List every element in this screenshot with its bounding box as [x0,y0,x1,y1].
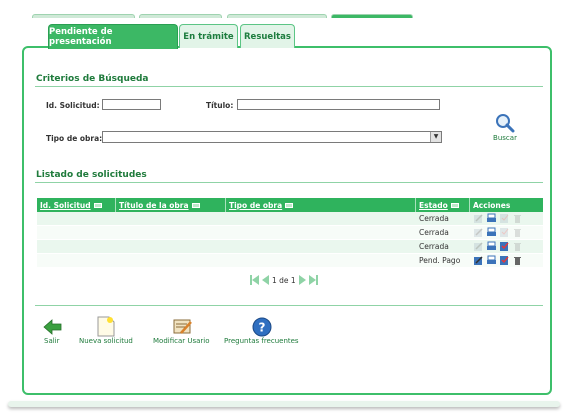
id-solicitud-input[interactable] [102,99,161,110]
svg-text:?: ? [259,321,266,335]
page-indicator: 1 de 1 [272,275,296,285]
edit-icon [474,214,483,223]
print-icon[interactable] [486,241,497,252]
solicitudes-table: Id. Solicitud Título de la obra Tipo de … [37,198,543,268]
table-row: Cerrada [37,226,543,240]
table-header: Id. Solicitud Título de la obra Tipo de … [37,198,543,212]
edit-icon [474,228,483,237]
nueva-solicitud-button[interactable] [97,316,117,338]
cell-tipo [226,212,416,225]
edit-icon[interactable] [473,255,484,266]
cell-id [37,212,116,225]
prev-page-icon[interactable] [262,275,269,285]
table-row: Cerrada [37,240,543,254]
cell-id [37,226,116,239]
pager: 1 de 1 [250,275,318,285]
search-icon [496,114,515,133]
back-arrow-icon [43,319,62,335]
cell-titulo [116,254,226,267]
edit-user-icon [173,319,192,334]
cell-estado: Cerrada [419,214,449,223]
top-strip-1 [32,14,135,18]
checklist-icon [500,228,509,237]
bottom-bar [8,401,560,407]
preguntas-frecuentes-label: Preguntas frecuentes [224,337,299,345]
cell-tipo [226,254,416,267]
cell-acciones [470,212,543,225]
checklist-icon[interactable] [499,255,510,266]
modificar-usuario-button[interactable] [172,317,194,337]
checklist-icon[interactable] [499,241,510,252]
cell-acciones [470,254,543,267]
cell-id [37,240,116,253]
cell-id [37,254,116,267]
trash-icon[interactable] [512,255,523,266]
tab-pendiente[interactable]: Pendiente de presentación [48,24,178,49]
first-page-icon[interactable] [250,275,259,285]
new-document-icon [97,316,115,337]
col-acciones: Acciones [473,200,511,210]
next-page-icon[interactable] [298,275,306,285]
titulo-label: Título: [206,101,234,110]
divider [35,305,543,306]
titulo-input[interactable] [237,99,440,110]
print-icon[interactable] [486,255,497,266]
trash-icon [514,215,521,223]
col-titulo[interactable]: Título de la obra [116,198,226,212]
search-section-title: Criterios de Búsqueda [36,74,149,84]
divider [35,182,543,183]
print-icon[interactable] [486,213,497,224]
top-strip-3 [227,14,327,18]
cell-estado: Cerrada [419,242,449,251]
cell-acciones [470,226,543,239]
cell-titulo [116,212,226,225]
trash-icon [514,229,521,237]
tipo-obra-label: Tipo de obra: [46,134,103,143]
cell-tipo [226,226,416,239]
trash-icon [514,243,521,251]
cell-estado: Cerrada [419,228,449,237]
id-solicitud-label: Id. Solicitud: [46,101,100,110]
last-page-icon[interactable] [308,275,318,285]
nueva-solicitud-label: Nueva solicitud [79,337,133,345]
tipo-obra-select[interactable]: ▼ [102,131,442,143]
buscar-button[interactable]: Buscar [491,113,519,145]
cell-titulo [116,226,226,239]
checklist-icon [500,214,509,223]
salir-label: Salir [44,337,60,345]
table-row: Cerrada [37,212,543,226]
cell-acciones [470,240,543,253]
top-strip-2 [139,14,222,18]
col-estado[interactable]: Estado [416,198,470,212]
cell-estado: Pend. Pago [419,256,461,265]
preguntas-frecuentes-button[interactable]: ? [252,317,272,337]
tab-en-tramite[interactable]: En trámite [179,24,238,48]
col-id-solicitud[interactable]: Id. Solicitud [37,198,116,212]
table-row: Pend. Pago [37,254,543,268]
buscar-label: Buscar [493,134,517,142]
top-strip-4 [331,14,413,18]
cell-titulo [116,240,226,253]
help-icon: ? [252,317,272,337]
print-icon[interactable] [486,227,497,238]
listing-section-title: Listado de solicitudes [36,170,147,180]
tab-resueltas[interactable]: Resueltas [240,24,295,48]
chevron-down-icon[interactable]: ▼ [430,132,441,142]
divider [35,86,543,87]
edit-icon [474,242,483,251]
col-tipo[interactable]: Tipo de obra [226,198,416,212]
cell-tipo [226,240,416,253]
modificar-usuario-label: Modificar Usario [153,337,210,345]
